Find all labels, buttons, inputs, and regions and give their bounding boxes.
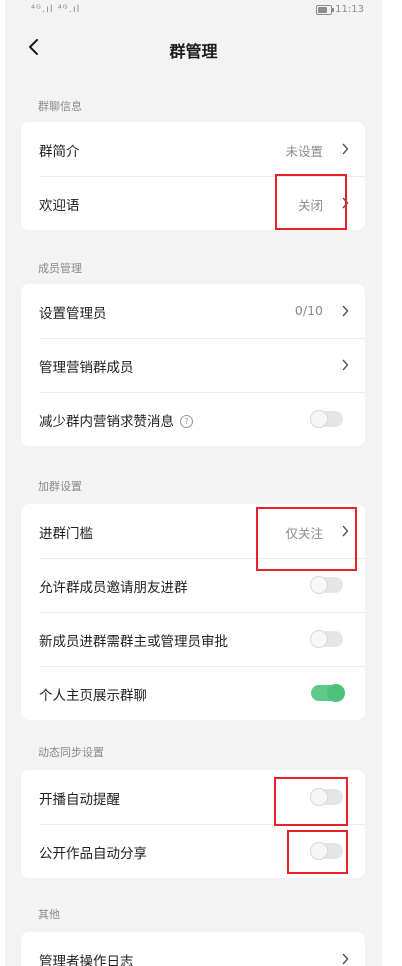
toggle-knob xyxy=(311,631,327,647)
row-value: 未设置 xyxy=(285,144,323,159)
row-show-on-profile: 个人主页展示群聊 xyxy=(21,666,365,720)
highlight-box-welcome xyxy=(275,174,347,230)
chevron-right-icon xyxy=(342,143,349,155)
row-label: 管理营销群成员 xyxy=(39,360,134,376)
highlight-box-threshold xyxy=(256,507,357,571)
row-label: 欢迎语 xyxy=(39,198,80,214)
section-title-other: 其他 xyxy=(38,908,60,921)
row-group-intro[interactable]: 群简介 未设置 xyxy=(21,122,365,176)
signal-icon: ⁴ᴳ.ıl ⁴ᴳ.ıl xyxy=(31,4,81,15)
chevron-right-icon xyxy=(342,359,349,371)
highlight-box-live-toggle xyxy=(274,777,348,826)
row-label: 公开作品自动分享 xyxy=(39,846,147,862)
chevron-right-icon xyxy=(342,953,349,965)
toggle-switch[interactable] xyxy=(311,577,343,593)
chevron-right-icon xyxy=(342,305,349,317)
help-icon[interactable]: ? xyxy=(180,415,193,428)
nav-bar: 群管理 xyxy=(5,28,382,68)
row-label: 设置管理员 xyxy=(39,306,107,322)
toggle-knob xyxy=(311,577,327,593)
row-label: 允许群成员邀请朋友进群 xyxy=(39,580,188,596)
row-manage-marketing-members[interactable]: 管理营销群成员 xyxy=(21,338,365,392)
row-label: 新成员进群需群主或管理员审批 xyxy=(39,634,228,650)
highlight-box-share-toggle xyxy=(287,830,348,874)
row-reduce-marketing-msgs: 减少群内营销求赞消息? xyxy=(21,392,365,446)
row-label: 进群门槛 xyxy=(39,526,93,542)
row-label: 群简介 xyxy=(39,144,80,160)
status-bar: ⁴ᴳ.ıl ⁴ᴳ.ıl 11:13 xyxy=(5,0,382,22)
row-set-admins[interactable]: 设置管理员 0/10 xyxy=(21,284,365,338)
battery-icon xyxy=(316,4,335,15)
row-label: 个人主页展示群聊 xyxy=(39,688,147,704)
page-title: 群管理 xyxy=(169,42,218,61)
row-value: 0/10 xyxy=(294,303,323,318)
section-title-info: 群聊信息 xyxy=(38,100,82,113)
section-title-members: 成员管理 xyxy=(38,262,82,275)
card-other: 管理者操作日志 xyxy=(21,932,365,966)
card-members: 设置管理员 0/10 管理营销群成员 减少群内营销求赞消息? xyxy=(21,284,365,446)
toggle-knob xyxy=(327,684,345,702)
row-label: 管理者操作日志 xyxy=(39,954,134,966)
battery-status: 11:13 xyxy=(316,4,364,15)
section-title-join: 加群设置 xyxy=(38,480,82,493)
row-require-approval: 新成员进群需群主或管理员审批 xyxy=(21,612,365,666)
row-label-text: 减少群内营销求赞消息 xyxy=(39,414,174,430)
toggle-switch[interactable] xyxy=(311,684,345,702)
row-label: 开播自动提醒 xyxy=(39,792,120,808)
toggle-switch[interactable] xyxy=(311,411,343,427)
clock: 11:13 xyxy=(335,4,364,15)
section-title-sync: 动态同步设置 xyxy=(38,746,104,759)
toggle-knob xyxy=(311,411,327,427)
row-admin-log[interactable]: 管理者操作日志 xyxy=(21,932,365,966)
toggle-switch[interactable] xyxy=(311,631,343,647)
row-label: 减少群内营销求赞消息? xyxy=(39,410,193,430)
